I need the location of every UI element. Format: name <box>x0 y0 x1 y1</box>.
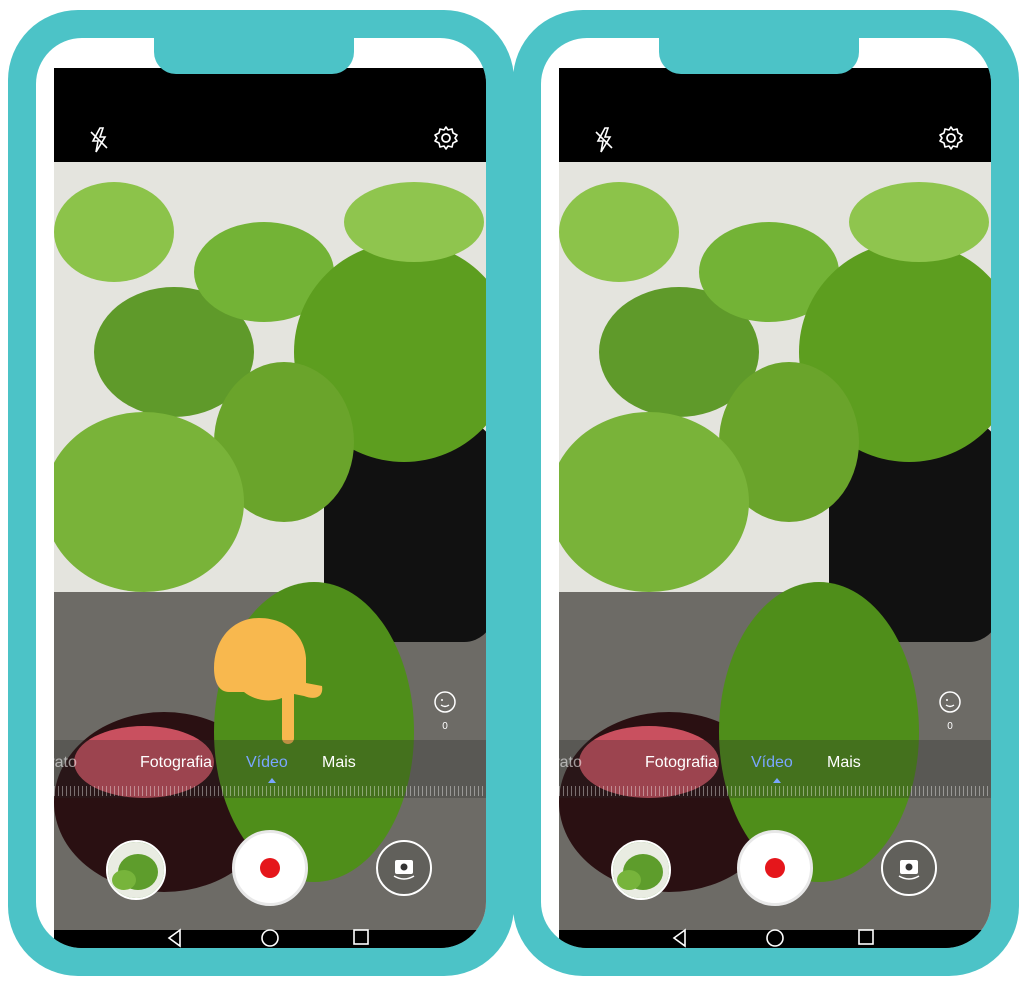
phone-frame-left: 0 rrato Fotografia Vídeo Mais <box>8 10 514 976</box>
beauty-icon <box>939 691 961 713</box>
nav-buttons <box>54 928 486 948</box>
recent-apps-icon[interactable] <box>352 928 370 946</box>
phone-bezel: 0 rrato Fotografia Vídeo Mais <box>36 38 486 948</box>
beauty-mode-button[interactable]: 0 <box>432 690 458 732</box>
gallery-thumbnail[interactable] <box>106 840 166 900</box>
beauty-mode-button[interactable]: 0 <box>937 690 963 732</box>
phone-frame-right: 0 rrato Fotografia Vídeo Mais <box>513 10 1019 976</box>
camera-top-bar <box>54 68 486 162</box>
camera-switch-icon <box>393 860 415 880</box>
home-icon[interactable] <box>260 928 280 948</box>
camera-switch-button[interactable] <box>881 840 937 896</box>
home-icon[interactable] <box>765 928 785 948</box>
camera-screen: 0 rrato Fotografia Vídeo Mais <box>559 68 991 948</box>
camera-viewfinder[interactable]: 0 rrato Fotografia Vídeo Mais <box>559 162 991 930</box>
mode-mais[interactable]: Mais <box>322 754 356 772</box>
phone-notch <box>154 38 354 74</box>
camera-switch-button[interactable] <box>376 840 432 896</box>
mode-retrato[interactable]: rrato <box>559 754 582 772</box>
phone-notch <box>659 38 859 74</box>
active-mode-indicator <box>268 778 276 783</box>
active-mode-indicator <box>773 778 781 783</box>
camera-viewfinder[interactable]: 0 rrato Fotografia Vídeo Mais <box>54 162 486 930</box>
mode-retrato[interactable]: rrato <box>54 754 77 772</box>
mode-video[interactable]: Vídeo <box>751 754 793 772</box>
plant-scene <box>559 162 991 930</box>
back-icon[interactable] <box>671 928 689 948</box>
mode-mais[interactable]: Mais <box>827 754 861 772</box>
nav-buttons <box>559 928 991 948</box>
camera-mode-selector[interactable]: rrato Fotografia Vídeo Mais <box>54 740 486 798</box>
beauty-level: 0 <box>442 721 448 732</box>
zoom-scale <box>54 786 486 796</box>
camera-switch-icon <box>898 860 920 880</box>
zoom-scale <box>559 786 991 796</box>
plant-scene <box>54 162 486 930</box>
record-button[interactable] <box>737 830 813 906</box>
thumbnail-image <box>108 842 164 898</box>
flash-off-icon[interactable] <box>593 126 615 154</box>
back-icon[interactable] <box>166 928 184 948</box>
record-button[interactable] <box>232 830 308 906</box>
mode-video[interactable]: Vídeo <box>246 754 288 772</box>
gear-icon[interactable] <box>937 124 965 152</box>
beauty-icon <box>434 691 456 713</box>
mode-fotografia[interactable]: Fotografia <box>645 754 717 772</box>
camera-mode-selector[interactable]: rrato Fotografia Vídeo Mais <box>559 740 991 798</box>
gear-icon[interactable] <box>432 124 460 152</box>
mode-fotografia[interactable]: Fotografia <box>140 754 212 772</box>
recent-apps-icon[interactable] <box>857 928 875 946</box>
flash-off-icon[interactable] <box>88 126 110 154</box>
gallery-thumbnail[interactable] <box>611 840 671 900</box>
camera-screen: 0 rrato Fotografia Vídeo Mais <box>54 68 486 948</box>
camera-top-bar <box>559 68 991 162</box>
pointing-hand-icon <box>214 618 323 744</box>
phone-bezel: 0 rrato Fotografia Vídeo Mais <box>541 38 991 948</box>
beauty-level: 0 <box>947 721 953 732</box>
thumbnail-image <box>613 842 669 898</box>
